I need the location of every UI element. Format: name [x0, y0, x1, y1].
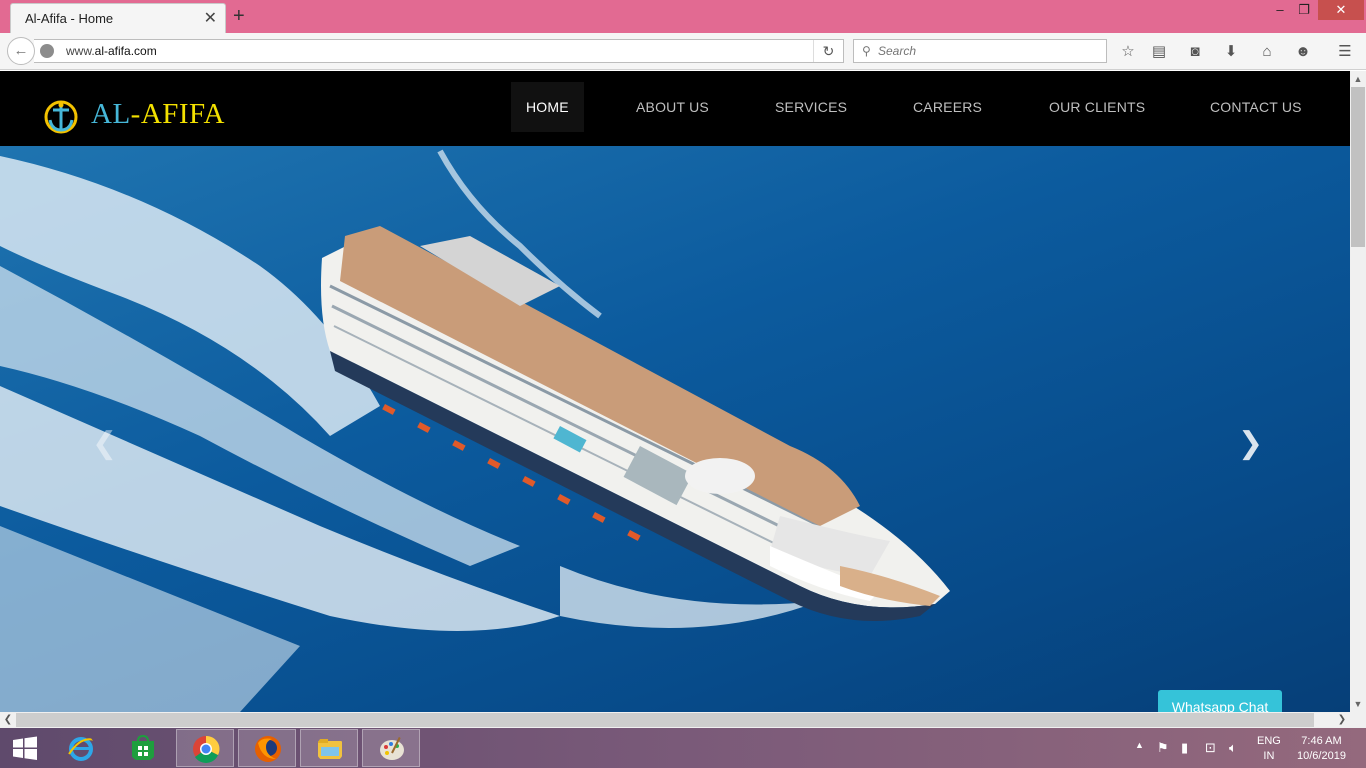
search-bar[interactable]: ⚲: [853, 39, 1107, 63]
vertical-scroll-thumb[interactable]: [1351, 87, 1365, 247]
internet-explorer-icon[interactable]: [52, 729, 110, 767]
back-arrow-icon[interactable]: ←: [7, 37, 35, 65]
action-center-flag-icon[interactable]: ⚑: [1157, 740, 1169, 756]
scroll-up-icon[interactable]: ▲: [1350, 71, 1366, 87]
restore-window-icon[interactable]: ❐: [1290, 0, 1318, 20]
browser-navbar: www.al-afifa.com ↻ ← ⚲ ☆ ▤ ◙ ⬇ ⌂ ☻ ☰: [0, 33, 1366, 70]
site-header: AL-AFIFA HOME ABOUT US SERVICES CAREERS …: [0, 71, 1350, 146]
store-glyph: [132, 734, 154, 760]
new-tab-icon[interactable]: +: [233, 4, 245, 28]
logo-al: AL: [91, 98, 131, 130]
power-icon[interactable]: ▮: [1181, 740, 1188, 756]
scroll-corner: [1350, 712, 1366, 728]
lang-region: IN: [1263, 750, 1275, 762]
browser-titlebar: Al-Afifa - Home ✕ + – ❐ ✕: [0, 0, 1366, 33]
pocket-icon[interactable]: ◙: [1185, 42, 1205, 62]
nav-home[interactable]: HOME: [511, 82, 584, 132]
downloads-icon[interactable]: ⬇: [1221, 42, 1241, 62]
network-icon[interactable]: ⊡: [1205, 740, 1216, 756]
site-logo-text[interactable]: AL-AFIFA: [91, 98, 225, 131]
palette-glyph: [380, 736, 404, 760]
main-nav-clients: OUR CLIENTS: [1034, 82, 1160, 132]
reading-list-icon[interactable]: ▤: [1149, 42, 1169, 62]
clock-date: 10/6/2019: [1297, 750, 1346, 762]
carousel-prev-icon[interactable]: ❮: [92, 426, 117, 461]
tab-title: Al-Afifa - Home: [25, 11, 114, 26]
scroll-down-icon[interactable]: ▼: [1350, 696, 1366, 712]
nav-careers[interactable]: CAREERS: [898, 82, 997, 132]
main-nav-contact: CONTACT US: [1195, 82, 1317, 132]
main-nav-rest: ABOUT US: [621, 82, 724, 132]
ie-glyph: [68, 737, 95, 761]
globe-icon: [40, 44, 54, 58]
url-prefix: www.: [66, 44, 95, 58]
windows-start-icon[interactable]: [0, 728, 50, 768]
firefox-icon[interactable]: [238, 729, 296, 767]
search-icon: ⚲: [862, 44, 871, 58]
show-hidden-icons-icon[interactable]: ▲: [1135, 740, 1144, 750]
nav-services[interactable]: SERVICES: [760, 82, 862, 132]
reload-icon[interactable]: ↻: [813, 40, 843, 62]
page-viewport: AL-AFIFA HOME ABOUT US SERVICES CAREERS …: [0, 71, 1350, 712]
file-explorer-icon[interactable]: [300, 729, 358, 767]
logo-afifa: -AFIFA: [130, 98, 225, 130]
chrome-glyph: [193, 735, 220, 763]
home-icon[interactable]: ⌂: [1257, 42, 1277, 62]
volume-icon[interactable]: 🔈︎: [1229, 740, 1237, 756]
url-bar[interactable]: www.al-afifa.com ↻: [34, 39, 844, 63]
close-window-icon[interactable]: ✕: [1318, 0, 1364, 20]
url-domain: al-afifa.com: [94, 44, 157, 58]
nav-about-us[interactable]: ABOUT US: [621, 82, 724, 132]
hamburger-menu-icon[interactable]: ☰: [1335, 42, 1355, 62]
anchor-logo-icon: [44, 100, 78, 134]
horizontal-scroll-thumb[interactable]: [16, 713, 1314, 727]
whatsapp-chat-button[interactable]: Whatsapp Chat: [1158, 690, 1282, 712]
chrome-icon[interactable]: [176, 729, 234, 767]
main-nav-services: SERVICES: [760, 82, 862, 132]
main-nav: HOME: [511, 82, 584, 132]
vertical-scrollbar[interactable]: ▲ ▼: [1350, 71, 1366, 712]
lang-code: ENG: [1257, 735, 1281, 747]
scroll-right-icon[interactable]: ❯: [1334, 712, 1350, 728]
close-tab-icon[interactable]: ✕: [204, 8, 217, 28]
search-input[interactable]: [878, 43, 1098, 59]
hero-carousel: ❮ ❯ Whatsapp Chat: [0, 146, 1350, 712]
main-nav-careers: CAREERS: [898, 82, 997, 132]
nav-contact-us[interactable]: CONTACT US: [1195, 82, 1317, 132]
clock-time: 7:46 AM: [1301, 735, 1342, 747]
carousel-next-icon[interactable]: ❯: [1238, 426, 1263, 461]
folder-glyph: [318, 739, 342, 759]
horizontal-scrollbar[interactable]: ❮ ❯: [0, 712, 1350, 728]
store-icon[interactable]: [114, 729, 172, 767]
firefox-glyph: [255, 736, 281, 762]
url-text[interactable]: www.al-afifa.com: [66, 44, 157, 58]
windows-taskbar: ▲ ⚑ ▮ ⊡ 🔈︎ ENG IN 7:46 AM 10/6/2019: [0, 728, 1366, 768]
chat-icon[interactable]: ☻: [1293, 42, 1313, 62]
paint-icon[interactable]: [362, 729, 420, 767]
scroll-left-icon[interactable]: ❮: [0, 712, 16, 728]
system-clock[interactable]: 7:46 AM 10/6/2019: [1297, 734, 1346, 764]
cruise-ship-image: [0, 149, 950, 712]
bookmark-star-icon[interactable]: ☆: [1118, 42, 1138, 62]
tab-home[interactable]: Al-Afifa - Home ✕: [10, 3, 226, 33]
input-language[interactable]: ENG IN: [1257, 734, 1281, 764]
nav-our-clients[interactable]: OUR CLIENTS: [1034, 82, 1160, 132]
